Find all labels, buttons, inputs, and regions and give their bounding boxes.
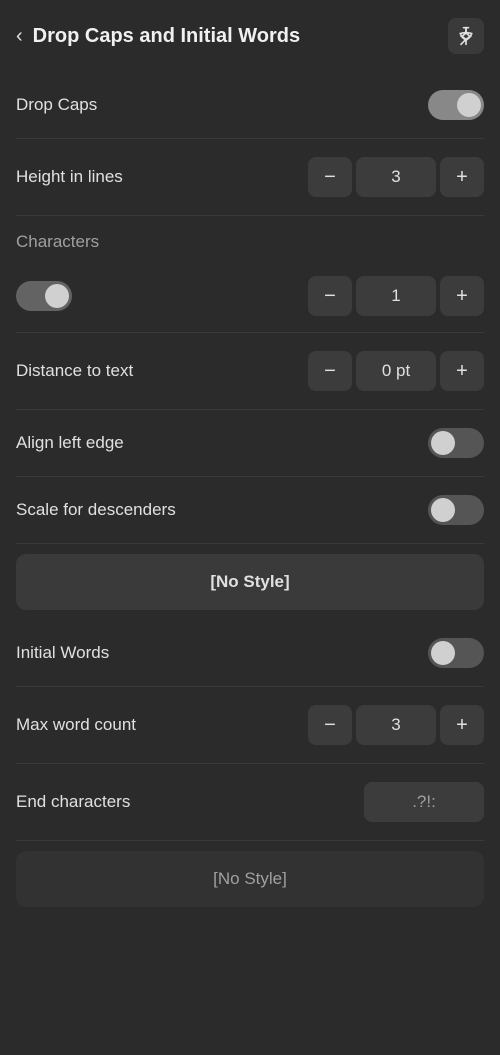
no-style-bottom-button[interactable]: [No Style]	[16, 851, 484, 907]
height-in-lines-value: 3	[356, 157, 436, 197]
distance-to-text-minus-button[interactable]: −	[308, 351, 352, 391]
initial-words-toggle[interactable]	[428, 638, 484, 668]
characters-minus-button[interactable]: −	[308, 276, 352, 316]
height-in-lines-minus-button[interactable]: −	[308, 157, 352, 197]
end-characters-label: End characters	[16, 792, 130, 812]
header: ‹ Drop Caps and Initial Words	[0, 0, 500, 72]
no-style-top-button[interactable]: [No Style]	[16, 554, 484, 610]
characters-value: 1	[356, 276, 436, 316]
page-title: Drop Caps and Initial Words	[33, 25, 300, 48]
characters-stepper: − 1 +	[308, 276, 484, 316]
max-word-count-value: 3	[356, 705, 436, 745]
scale-for-descenders-row: Scale for descenders	[16, 477, 484, 544]
characters-left	[16, 281, 72, 311]
header-left: ‹ Drop Caps and Initial Words	[16, 25, 300, 48]
characters-toggle[interactable]	[16, 281, 72, 311]
characters-label: Characters	[16, 232, 99, 251]
end-characters-input[interactable]	[364, 782, 484, 822]
drop-caps-row: Drop Caps	[16, 72, 484, 139]
content: Drop Caps Height in lines − 3 + Characte…	[0, 72, 500, 917]
characters-plus-button[interactable]: +	[440, 276, 484, 316]
drop-caps-label: Drop Caps	[16, 95, 97, 115]
distance-to-text-plus-button[interactable]: +	[440, 351, 484, 391]
distance-to-text-stepper: − 0 pt +	[308, 351, 484, 391]
back-button[interactable]: ‹	[16, 25, 23, 48]
height-in-lines-plus-button[interactable]: +	[440, 157, 484, 197]
max-word-count-plus-button[interactable]: +	[440, 705, 484, 745]
characters-section-label: Characters	[16, 216, 484, 260]
distance-to-text-label: Distance to text	[16, 361, 133, 381]
characters-row: − 1 +	[16, 260, 484, 333]
initial-words-label: Initial Words	[16, 643, 109, 663]
initial-words-row: Initial Words	[16, 620, 484, 687]
scale-for-descenders-label: Scale for descenders	[16, 500, 176, 520]
max-word-count-minus-button[interactable]: −	[308, 705, 352, 745]
end-characters-row: End characters	[16, 764, 484, 841]
max-word-count-stepper: − 3 +	[308, 705, 484, 745]
max-word-count-label: Max word count	[16, 715, 136, 735]
distance-to-text-row: Distance to text − 0 pt +	[16, 333, 484, 410]
height-in-lines-stepper: − 3 +	[308, 157, 484, 197]
scale-for-descenders-toggle[interactable]	[428, 495, 484, 525]
drop-caps-toggle[interactable]	[428, 90, 484, 120]
align-left-edge-row: Align left edge	[16, 410, 484, 477]
max-word-count-row: Max word count − 3 +	[16, 687, 484, 764]
height-in-lines-label: Height in lines	[16, 167, 123, 187]
align-left-edge-toggle[interactable]	[428, 428, 484, 458]
pin-button[interactable]	[448, 18, 484, 54]
distance-to-text-value: 0 pt	[356, 351, 436, 391]
height-in-lines-row: Height in lines − 3 +	[16, 139, 484, 216]
align-left-edge-label: Align left edge	[16, 433, 124, 453]
